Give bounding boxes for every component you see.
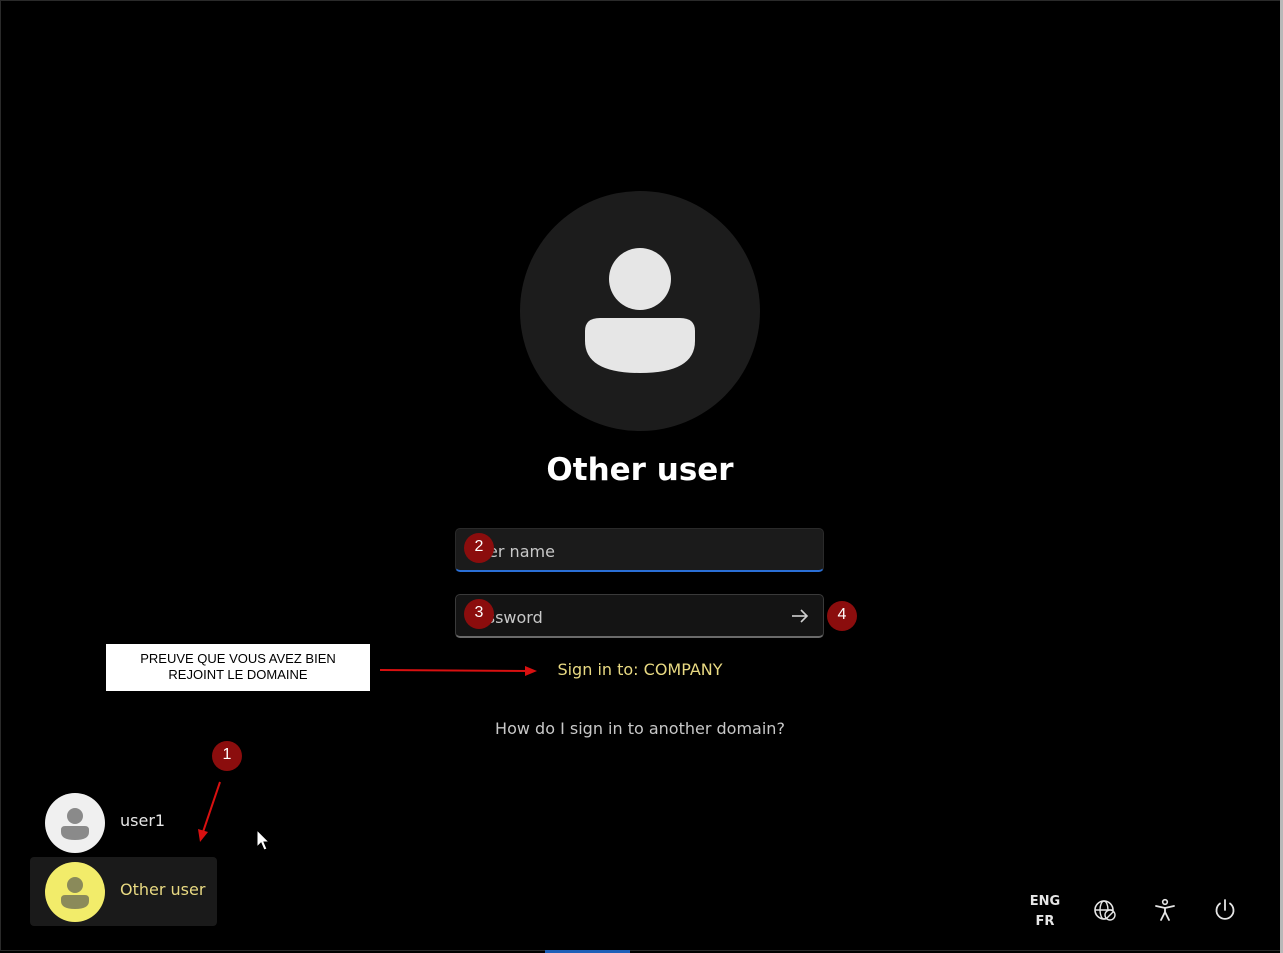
- sign-in-domain-text: Sign in to: COMPANY: [557, 660, 723, 679]
- user-tile-name: Other user: [120, 880, 206, 899]
- mouse-cursor-icon: [256, 829, 271, 851]
- annotation-badge-1: 1: [212, 741, 242, 771]
- password-field-wrapper: [455, 594, 824, 639]
- power-icon[interactable]: [1212, 897, 1238, 923]
- annotation-note-line1: PREUVE QUE VOUS AVEZ BIEN: [140, 651, 336, 666]
- username-input[interactable]: [466, 529, 770, 573]
- other-domain-link[interactable]: How do I sign in to another domain?: [440, 719, 840, 738]
- person-icon: [61, 877, 89, 909]
- user-tile-name: user1: [120, 811, 166, 830]
- annotation-badge-4: 4: [827, 601, 857, 631]
- language-switcher[interactable]: ENG FR: [1022, 892, 1068, 932]
- user-avatar-large: [520, 191, 760, 431]
- user-tile-user1[interactable]: user1: [30, 788, 217, 857]
- person-icon: [585, 248, 695, 373]
- avatar: [45, 862, 105, 922]
- password-input[interactable]: [466, 595, 770, 639]
- annotation-note-line2: REJOINT LE DOMAINE: [168, 667, 308, 682]
- page-title: Other user: [546, 452, 734, 488]
- username-field-wrapper: [455, 528, 824, 573]
- person-icon: [61, 808, 89, 840]
- submit-arrow-icon[interactable]: [789, 605, 811, 627]
- annotation-badge-2: 2: [464, 533, 494, 563]
- network-icon[interactable]: [1092, 897, 1118, 923]
- accessibility-icon[interactable]: [1152, 897, 1178, 923]
- annotation-badge-3: 3: [464, 599, 494, 629]
- language-primary: ENG: [1029, 894, 1061, 909]
- language-secondary: FR: [1035, 914, 1055, 929]
- annotation-note: PREUVE QUE VOUS AVEZ BIEN REJOINT LE DOM…: [106, 644, 370, 691]
- user-tile-other-user[interactable]: Other user: [30, 857, 217, 926]
- avatar: [45, 793, 105, 853]
